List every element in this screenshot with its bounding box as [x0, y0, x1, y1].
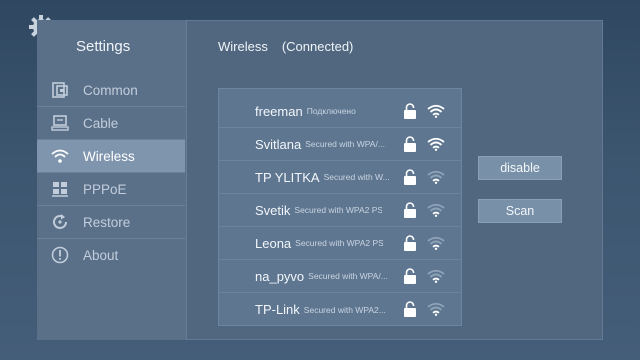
- wifi-signal-icon: [427, 170, 445, 184]
- wifi-signal-icon: [427, 236, 445, 250]
- cable-icon: [51, 114, 69, 132]
- pppoe-icon: [51, 180, 69, 198]
- wifi-network-row[interactable]: na_pyvo Secured with WPA/...: [219, 260, 461, 293]
- common-icon: [51, 81, 69, 99]
- lock-icon: [404, 136, 416, 152]
- network-security: Secured with W...: [323, 172, 390, 182]
- network-name: TP YLITKA: [255, 169, 320, 185]
- wifi-signal-icon: [427, 302, 445, 316]
- info-icon: [51, 246, 69, 264]
- sidebar-item-label: Common: [83, 82, 138, 98]
- wifi-network-row[interactable]: Leona Secured with WPA2 PS...: [219, 227, 461, 260]
- disable-button[interactable]: disable: [478, 156, 562, 180]
- sidebar-item-label: PPPoE: [83, 181, 127, 197]
- network-security: Подключено: [306, 106, 356, 116]
- network-name: freeman: [255, 103, 303, 119]
- wifi-network-row[interactable]: TP-Link Secured with WPA2...: [219, 293, 461, 326]
- lock-icon: [404, 301, 416, 317]
- sidebar-item-about[interactable]: About: [37, 238, 185, 271]
- network-security: Secured with WPA2 PS...: [294, 205, 383, 215]
- network-name: Svetik: [255, 202, 291, 218]
- sidebar-item-label: About: [83, 247, 119, 263]
- sidebar-item-restore[interactable]: Restore: [37, 205, 185, 238]
- wifi-network-row[interactable]: Svitlana Secured with WPA/...: [219, 128, 461, 161]
- wifi-signal-icon: [427, 269, 445, 283]
- lock-icon: [404, 235, 416, 251]
- sidebar-item-label: Restore: [83, 214, 131, 230]
- page-title: Wireless (Connected): [218, 39, 353, 54]
- network-name: TP-Link: [255, 302, 300, 317]
- sidebar-item-label: Cable: [83, 115, 119, 131]
- wifi-network-list: freeman Подключено Svitlana Secured with…: [218, 88, 462, 326]
- wifi-signal-icon: [427, 137, 445, 151]
- restore-icon: [51, 213, 69, 231]
- sidebar-title: Settings: [76, 38, 131, 55]
- sidebar-item-cable[interactable]: Cable: [37, 106, 185, 139]
- sidebar-item-wireless[interactable]: Wireless: [37, 139, 185, 172]
- page-title-text: Wireless: [218, 39, 268, 54]
- sidebar-item-common[interactable]: Common: [37, 74, 185, 106]
- network-security: Secured with WPA/...: [305, 139, 385, 149]
- wifi-network-row[interactable]: freeman Подключено: [219, 95, 461, 128]
- sidebar-menu: Common Cable Wireless PPPoE Restore Abou…: [37, 74, 185, 271]
- wifi-signal-icon: [427, 104, 445, 118]
- lock-icon: [404, 169, 416, 185]
- lock-icon: [404, 268, 416, 284]
- network-name: na_pyvo: [255, 268, 305, 284]
- wifi-network-row[interactable]: TP YLITKA Secured with W...: [219, 161, 461, 194]
- lock-icon: [404, 103, 416, 119]
- network-security: Secured with WPA2 PS...: [295, 238, 384, 248]
- wifi-network-row[interactable]: Svetik Secured with WPA2 PS...: [219, 194, 461, 227]
- lock-icon: [404, 202, 416, 218]
- network-name: Leona: [255, 235, 292, 251]
- scan-button[interactable]: Scan: [478, 199, 562, 223]
- network-security: Secured with WPA/...: [308, 271, 388, 281]
- wifi-signal-icon: [427, 203, 445, 217]
- sidebar-item-pppoe[interactable]: PPPoE: [37, 172, 185, 205]
- wifi-icon: [51, 147, 69, 165]
- network-name: Svitlana: [255, 136, 302, 152]
- network-security: Secured with WPA2...: [303, 304, 386, 315]
- sidebar-item-label: Wireless: [83, 148, 135, 164]
- connection-status: (Connected): [281, 39, 354, 54]
